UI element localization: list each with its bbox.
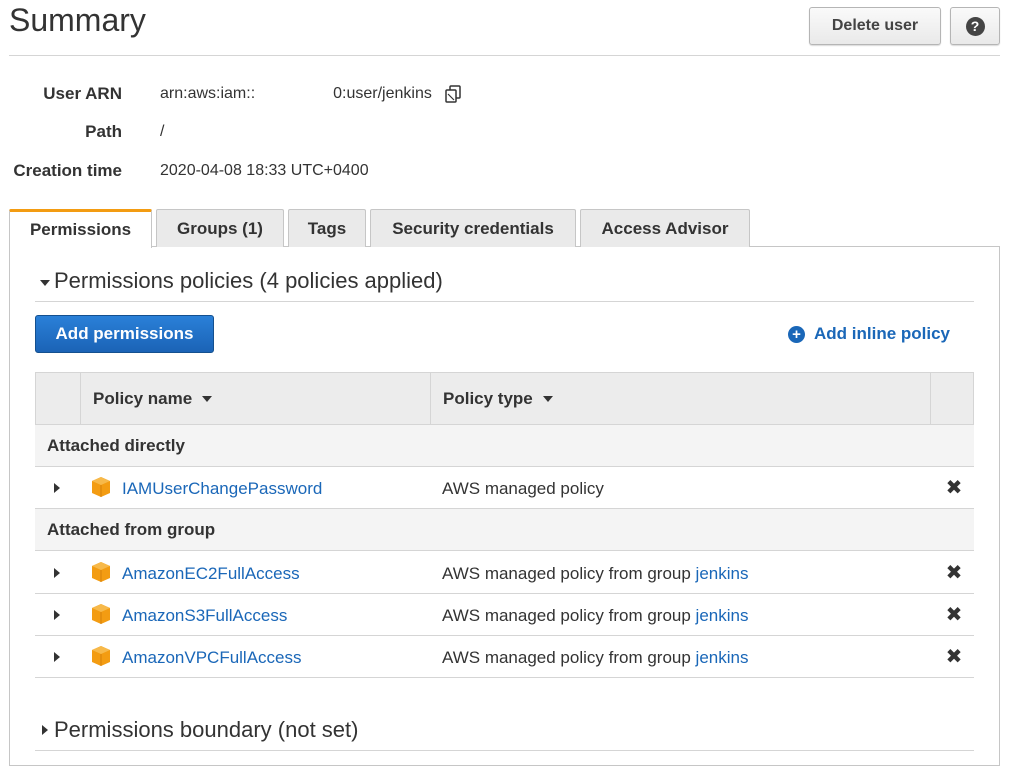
header-divider: [9, 55, 1000, 56]
delete-user-button[interactable]: Delete user: [809, 7, 941, 45]
tab-groups[interactable]: Groups (1): [156, 209, 284, 247]
policy-type-text: AWS managed policy from group jenkins: [442, 648, 748, 668]
sort-icon: [542, 396, 553, 402]
group-link[interactable]: jenkins: [696, 648, 749, 667]
remove-policy-icon[interactable]: ✖: [945, 645, 963, 668]
tab-access-advisor[interactable]: Access Advisor: [580, 209, 750, 247]
copy-icon[interactable]: [444, 84, 464, 104]
user-arn-value: arn:aws:iam:: 0:user/jenkins: [160, 84, 464, 104]
section-divider: [35, 750, 974, 751]
policy-type-label: AWS managed policy from group: [442, 564, 696, 583]
table-row: IAMUserChangePassword AWS managed policy…: [35, 467, 974, 509]
policy-type-label: AWS managed policy from group: [442, 648, 696, 667]
permissions-boundary-title[interactable]: Permissions boundary (not set): [54, 717, 358, 743]
arn-redaction: [255, 86, 334, 102]
policy-name-link[interactable]: AmazonVPCFullAccess: [122, 648, 302, 668]
user-arn-row: User ARN arn:aws:iam:: 0:user/jenkins: [0, 83, 461, 105]
policy-name-header[interactable]: Policy name: [93, 389, 213, 409]
user-arn-prefix: arn:aws:iam::: [160, 85, 256, 102]
expand-icon[interactable]: [54, 568, 60, 578]
remove-policy-icon[interactable]: ✖: [945, 476, 963, 499]
package-icon: [90, 476, 112, 498]
add-inline-policy-label: Add inline policy: [814, 324, 951, 343]
creation-time-label: Creation time: [13, 161, 122, 180]
policy-type-text: AWS managed policy: [442, 479, 604, 499]
help-icon: ?: [965, 16, 985, 36]
policy-name-link[interactable]: AmazonS3FullAccess: [122, 606, 287, 626]
add-inline-policy-link[interactable]: + Add inline policy: [788, 322, 950, 346]
policy-type-text: AWS managed policy from group jenkins: [442, 564, 748, 584]
sort-icon: [202, 396, 213, 402]
tab-tags[interactable]: Tags: [288, 209, 366, 247]
path-value: /: [160, 123, 165, 140]
creation-time-value: 2020-04-08 18:33 UTC+0400: [160, 162, 369, 179]
expand-icon[interactable]: [54, 652, 60, 662]
policy-type-label: AWS managed policy: [442, 479, 604, 498]
group-link[interactable]: jenkins: [696, 606, 749, 625]
package-icon: [90, 561, 112, 583]
path-row: Path /: [0, 121, 164, 143]
policy-name-header-label: Policy name: [93, 389, 193, 408]
policy-type-header[interactable]: Policy type: [443, 389, 553, 409]
creation-time-row: Creation time 2020-04-08 18:33 UTC+0400: [0, 160, 368, 182]
help-button[interactable]: ?: [950, 7, 1000, 45]
expand-icon[interactable]: [54, 483, 60, 493]
package-icon: [90, 603, 112, 625]
permissions-policies-title[interactable]: Permissions policies (4 policies applied…: [54, 268, 443, 294]
user-arn-label: User ARN: [43, 84, 122, 103]
table-row: AmazonVPCFullAccess AWS managed policy f…: [35, 636, 974, 678]
column-divider: [430, 373, 431, 426]
column-divider: [80, 373, 81, 426]
policy-name-link[interactable]: AmazonEC2FullAccess: [122, 564, 300, 584]
policy-type-header-label: Policy type: [443, 389, 533, 408]
group-link[interactable]: jenkins: [696, 564, 749, 583]
group-row-attached-from-group: Attached from group: [35, 509, 974, 551]
remove-policy-icon[interactable]: ✖: [945, 561, 963, 584]
tab-permissions[interactable]: Permissions: [9, 209, 152, 248]
section-divider: [35, 301, 974, 302]
plus-circle-icon: +: [788, 325, 805, 343]
table-row: AmazonS3FullAccess AWS managed policy fr…: [35, 594, 974, 636]
remove-policy-icon[interactable]: ✖: [945, 603, 963, 626]
path-label: Path: [85, 122, 122, 141]
policy-name-link[interactable]: IAMUserChangePassword: [122, 479, 322, 499]
expand-icon[interactable]: [54, 610, 60, 620]
table-header: Policy name Policy type: [35, 372, 974, 426]
tab-security-credentials[interactable]: Security credentials: [370, 209, 576, 247]
policy-type-label: AWS managed policy from group: [442, 606, 696, 625]
expand-icon[interactable]: [42, 725, 48, 735]
collapse-icon[interactable]: [40, 280, 50, 286]
group-row-attached-directly: Attached directly: [35, 425, 974, 467]
column-divider: [930, 373, 931, 426]
table-row: AmazonEC2FullAccess AWS managed policy f…: [35, 552, 974, 594]
policy-type-text: AWS managed policy from group jenkins: [442, 606, 748, 626]
page-title: Summary: [9, 2, 146, 38]
package-icon: [90, 645, 112, 667]
add-permissions-button[interactable]: Add permissions: [35, 315, 214, 353]
user-arn-suffix: 0:user/jenkins: [333, 85, 432, 102]
